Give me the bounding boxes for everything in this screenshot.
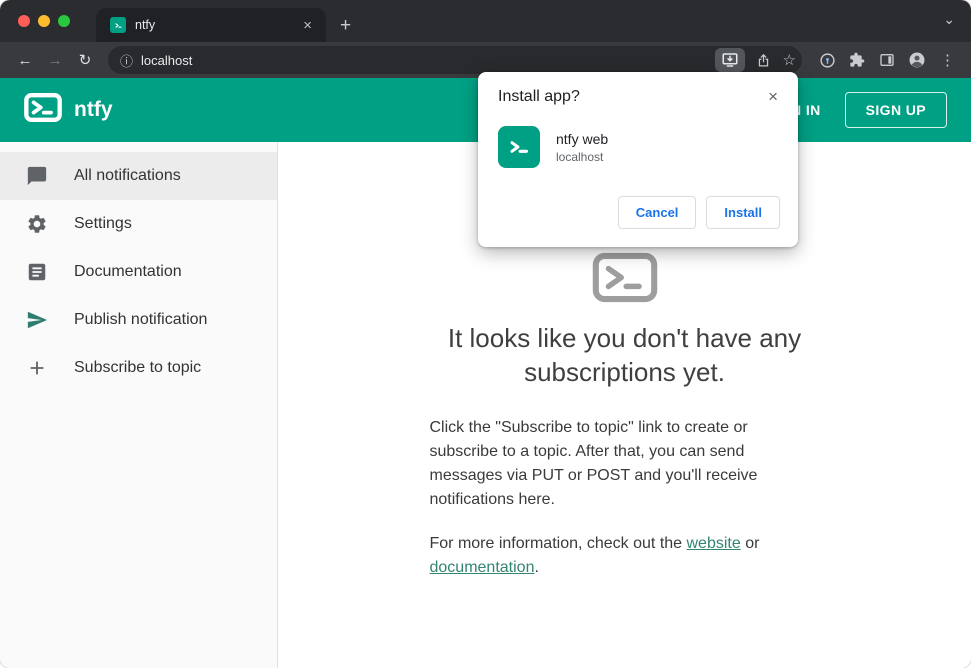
sidebar-item-settings[interactable]: Settings: [0, 200, 277, 248]
share-icon: [758, 53, 769, 66]
more-info-prefix: For more information, check out the: [429, 534, 687, 552]
article-icon: [26, 261, 48, 283]
toolbar-extensions: ⋮: [814, 51, 961, 69]
sidebar-item-publish-notification[interactable]: Publish notification: [0, 296, 277, 344]
sidebar-item-subscribe-to-topic[interactable]: Subscribe to topic: [0, 344, 277, 392]
gear-icon: [26, 213, 48, 235]
dialog-close-icon[interactable]: ×: [766, 88, 780, 105]
brand: ntfy: [24, 93, 113, 127]
browser-menu-icon[interactable]: ⋮: [938, 51, 957, 69]
ntfy-favicon-icon: [110, 17, 126, 33]
sidebar-item-all-notifications[interactable]: All notifications: [0, 152, 277, 200]
sign-up-button[interactable]: SIGN UP: [844, 92, 947, 128]
side-panel-icon[interactable]: [878, 51, 896, 69]
plus-icon: [26, 357, 48, 379]
more-info-suffix: .: [534, 558, 539, 576]
profile-avatar[interactable]: [908, 51, 926, 69]
more-info-paragraph: For more information, check out the webs…: [430, 532, 820, 580]
cancel-button[interactable]: Cancel: [617, 196, 697, 229]
browser-tab-ntfy[interactable]: ntfy ×: [96, 8, 326, 42]
browser-window: ntfy × + ⌄ ← → ↻ ⓘ localhost ☆ ⋮ ntfy IN…: [0, 0, 971, 668]
documentation-link[interactable]: documentation: [430, 559, 535, 576]
app-title: ntfy: [74, 98, 113, 121]
password-manager-extension-icon[interactable]: [818, 51, 836, 69]
close-window-button[interactable]: [18, 15, 30, 27]
send-icon: [26, 309, 48, 331]
install-dialog-title: Install app?: [498, 88, 580, 105]
reload-button[interactable]: ↻: [72, 51, 98, 69]
zoom-window-button[interactable]: [58, 15, 70, 27]
tab-title: ntfy: [135, 18, 156, 32]
install-app-origin: localhost: [556, 149, 604, 164]
chat-bubble-icon: [26, 165, 48, 187]
ntfy-app-icon: [498, 126, 540, 168]
back-button[interactable]: ←: [12, 52, 38, 69]
sidebar-item-label: Publish notification: [74, 311, 208, 328]
install-button[interactable]: Install: [706, 196, 780, 229]
address-bar[interactable]: ⓘ localhost ☆: [108, 46, 802, 74]
empty-state-heading: It looks like you don't have any subscri…: [447, 323, 802, 388]
install-app-name: ntfy web: [556, 130, 609, 147]
empty-state-paragraph: Click the "Subscribe to topic" link to c…: [429, 418, 758, 508]
sidebar-item-label: Subscribe to topic: [74, 359, 202, 376]
sidebar-item-label: All notifications: [74, 167, 181, 184]
sidebar: All notifications Settings Documentation…: [0, 142, 278, 668]
bookmark-star-icon[interactable]: ☆: [783, 51, 796, 69]
install-app-button[interactable]: [714, 48, 745, 72]
extensions-puzzle-icon[interactable]: [848, 51, 866, 69]
install-app-dialog: Install app? × ntfy web localhost Cancel…: [478, 72, 798, 247]
ntfy-logo-icon: [24, 93, 62, 127]
more-info-middle: or: [740, 534, 760, 552]
tab-close-icon[interactable]: ×: [299, 16, 316, 35]
new-tab-button[interactable]: +: [340, 16, 351, 35]
website-link[interactable]: website: [687, 535, 741, 552]
forward-button[interactable]: →: [42, 52, 68, 69]
tab-strip: ntfy × + ⌄: [0, 0, 971, 42]
empty-state-terminal-icon: [592, 252, 657, 303]
minimize-window-button[interactable]: [38, 15, 50, 27]
site-info-icon[interactable]: ⓘ: [120, 51, 133, 70]
sidebar-item-label: Settings: [74, 215, 132, 232]
install-app-icon: [722, 53, 738, 67]
url-text[interactable]: localhost: [141, 53, 715, 68]
tab-search-chevron-icon[interactable]: ⌄: [943, 11, 955, 28]
share-button[interactable]: [755, 51, 773, 69]
traffic-lights: [18, 15, 70, 27]
sidebar-item-label: Documentation: [74, 263, 182, 280]
sidebar-item-documentation[interactable]: Documentation: [0, 248, 277, 296]
